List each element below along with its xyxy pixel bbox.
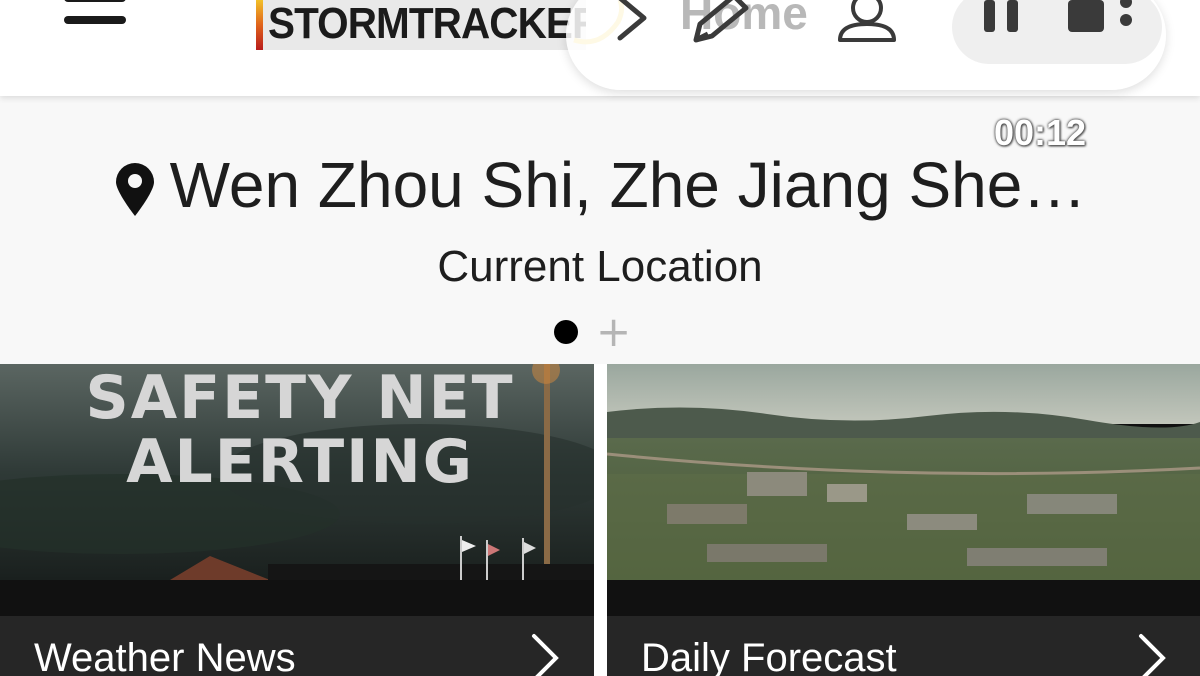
stop-icon[interactable]	[1066, 0, 1110, 36]
chevron-right-icon[interactable]	[528, 632, 562, 676]
pager-dot-active[interactable]	[554, 320, 578, 344]
card-footer: Weather News	[0, 616, 594, 676]
location-pin-icon	[115, 163, 154, 217]
weather-news-card[interactable]: SAFETY NET ALERTING Weather News	[0, 364, 594, 676]
card-footer: Daily Forecast	[607, 616, 1200, 676]
hamburger-menu-icon[interactable]	[64, 0, 126, 40]
daily-forecast-card[interactable]: Daily Forecast	[607, 364, 1200, 676]
card-title-weather-news: Weather News	[34, 636, 296, 676]
city-landscape-image	[607, 364, 1200, 580]
chevron-right-icon[interactable]	[614, 0, 654, 46]
card-title-daily-forecast: Daily Forecast	[641, 636, 897, 676]
location-pager: +	[552, 311, 642, 353]
chevron-right-icon[interactable]	[1135, 632, 1169, 676]
logo-text: STORMTRACKER	[268, 0, 586, 48]
add-location-icon[interactable]: +	[596, 311, 631, 353]
person-icon[interactable]	[834, 0, 900, 46]
more-icon[interactable]	[1116, 0, 1136, 36]
location-name: Wen Zhou Shi, Zhe Jiang She…	[169, 149, 1087, 221]
pause-icon[interactable]	[982, 0, 1022, 36]
safety-net-caption: SAFETY NET ALERTING	[85, 364, 515, 497]
pen-icon[interactable]	[688, 0, 758, 46]
stormtracker-logo[interactable]: STORMTRACKER	[256, 0, 586, 50]
recording-timer: 00:12	[994, 112, 1087, 153]
location-subtitle: Current Location	[437, 242, 763, 291]
location-title[interactable]: Wen Zhou Shi, Zhe Jiang She…	[0, 148, 1200, 222]
